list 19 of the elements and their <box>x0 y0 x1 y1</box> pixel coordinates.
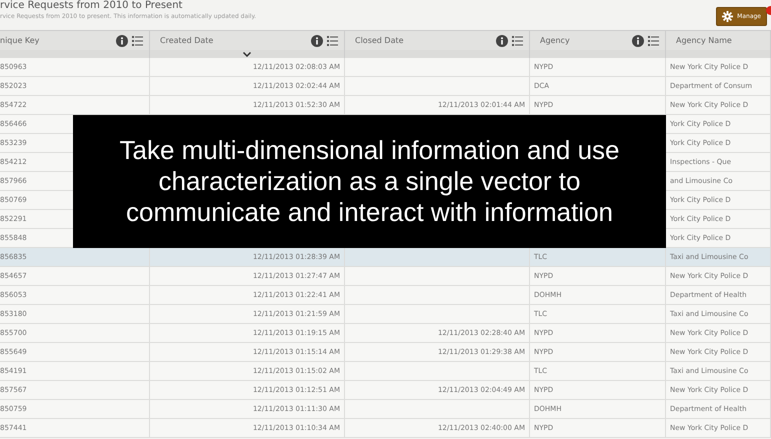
info-icon[interactable] <box>632 34 644 46</box>
column-title: Agency Name <box>676 36 733 45</box>
list-icon[interactable] <box>132 36 143 46</box>
column-title: nique Key <box>0 36 40 45</box>
list-icon[interactable] <box>648 36 659 46</box>
column-title: Created Date <box>160 36 214 45</box>
info-icon[interactable] <box>496 34 508 46</box>
page-title: rvice Requests from 2010 to Present <box>0 0 184 11</box>
list-icon[interactable] <box>327 36 338 46</box>
sort-caret-icon <box>243 52 251 56</box>
caption-text: characterization as a single vector to <box>158 166 580 197</box>
list-icon[interactable] <box>512 36 523 46</box>
info-icon[interactable] <box>311 34 323 46</box>
column-title: Agency <box>540 36 571 45</box>
column-title: Closed Date <box>355 36 405 45</box>
gear-icon <box>722 11 734 22</box>
info-icon[interactable] <box>116 34 128 46</box>
caption-text: Take multi-dimensional information and use <box>119 135 620 166</box>
caption-text: communicate and interact with information <box>126 197 613 228</box>
